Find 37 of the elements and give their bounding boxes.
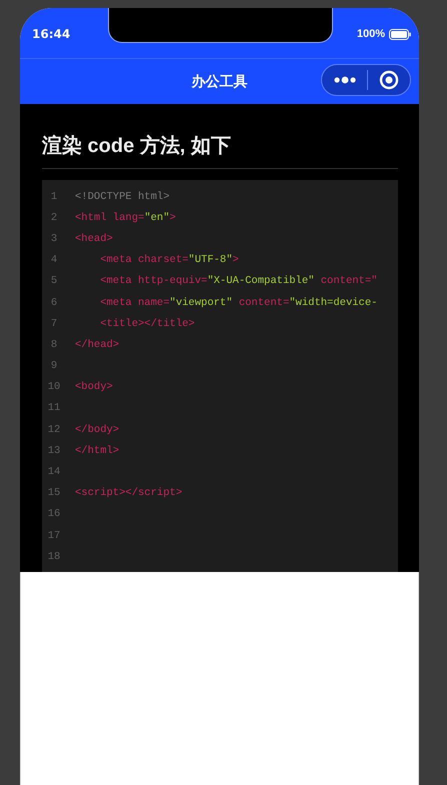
code-line: </head> xyxy=(75,338,120,351)
battery-icon xyxy=(389,28,411,40)
battery-percent: 100% xyxy=(356,28,385,40)
line-number: 17 xyxy=(46,530,62,542)
code-line: <title></title> xyxy=(99,318,195,330)
code-line: <script></script> xyxy=(75,487,182,500)
code-line: <head> xyxy=(75,232,113,245)
line-number: 2 xyxy=(50,212,58,224)
line-number: 9 xyxy=(50,360,58,372)
code-line: <meta name="viewport" content="width=device- xyxy=(99,296,378,309)
code-line: </body> xyxy=(75,424,120,436)
article-heading: 渲染 code 方法, 如下 xyxy=(42,132,398,169)
line-number: 12 xyxy=(46,424,62,436)
clock-time: 16:44 xyxy=(32,27,70,41)
more-icon[interactable] xyxy=(334,76,356,84)
code-line: <!DOCTYPE html> xyxy=(75,190,170,203)
code-line: <meta http-equiv="X-UA-Compatible" content=" xyxy=(99,275,378,288)
line-number: 3 xyxy=(50,232,58,245)
code-line: <meta charset="UTF-8"> xyxy=(99,254,239,266)
line-number: 6 xyxy=(50,296,58,309)
line-number: 16 xyxy=(46,508,62,520)
line-number: 18 xyxy=(46,550,62,563)
line-number: 4 xyxy=(50,254,58,266)
line-number: 10 xyxy=(46,381,62,394)
line-number: 11 xyxy=(46,402,62,414)
line-number: 5 xyxy=(50,275,58,288)
close-icon[interactable] xyxy=(378,70,398,90)
page-title: 办公工具 xyxy=(192,72,248,90)
code-line: </html> xyxy=(75,444,120,457)
line-number: 14 xyxy=(46,466,62,478)
line-number: 13 xyxy=(46,444,62,457)
line-number: 15 xyxy=(46,487,62,500)
line-number: 7 xyxy=(50,318,58,330)
line-number: 1 xyxy=(50,190,58,203)
line-number: 8 xyxy=(50,338,58,351)
code-line: <body> xyxy=(75,381,113,394)
code-line: <html lang="en"> xyxy=(75,212,176,224)
